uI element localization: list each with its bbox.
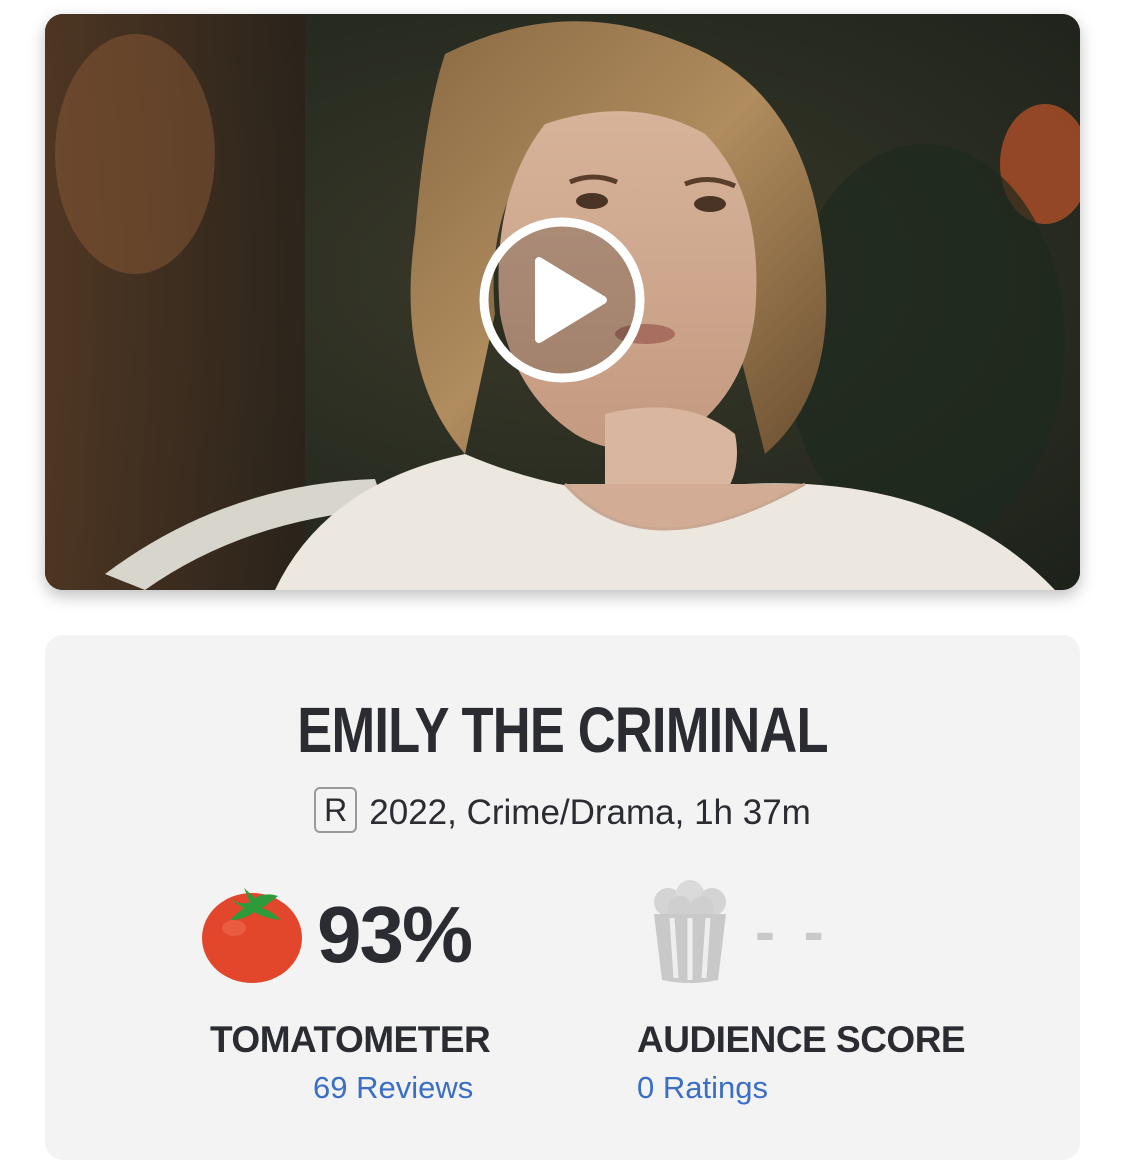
mpaa-rating-badge: R bbox=[314, 787, 358, 833]
movie-title: EMILY THE CRIMINAL bbox=[297, 694, 828, 766]
ratings-link[interactable]: 0 Ratings bbox=[637, 1070, 768, 1106]
fresh-tomato-icon bbox=[202, 888, 302, 983]
play-circle-icon[interactable] bbox=[479, 217, 645, 383]
audience-score-label: AUDIENCE SCORE bbox=[637, 1019, 966, 1060]
trailer-video[interactable] bbox=[45, 14, 1080, 590]
tomatometer-score: 93% bbox=[317, 890, 473, 979]
reviews-link[interactable]: 69 Reviews bbox=[313, 1070, 473, 1106]
movie-info-card: EMILY THE CRIMINAL R 2022, Crime/Drama, 1… bbox=[45, 635, 1080, 1160]
movie-meta: R 2022, Crime/Drama, 1h 37m bbox=[45, 787, 1080, 836]
empty-popcorn-icon bbox=[654, 880, 726, 983]
audience-score-value: - - bbox=[755, 898, 830, 965]
movie-details: 2022, Crime/Drama, 1h 37m bbox=[369, 793, 811, 832]
tomatometer-label: TOMATOMETER bbox=[210, 1019, 491, 1060]
